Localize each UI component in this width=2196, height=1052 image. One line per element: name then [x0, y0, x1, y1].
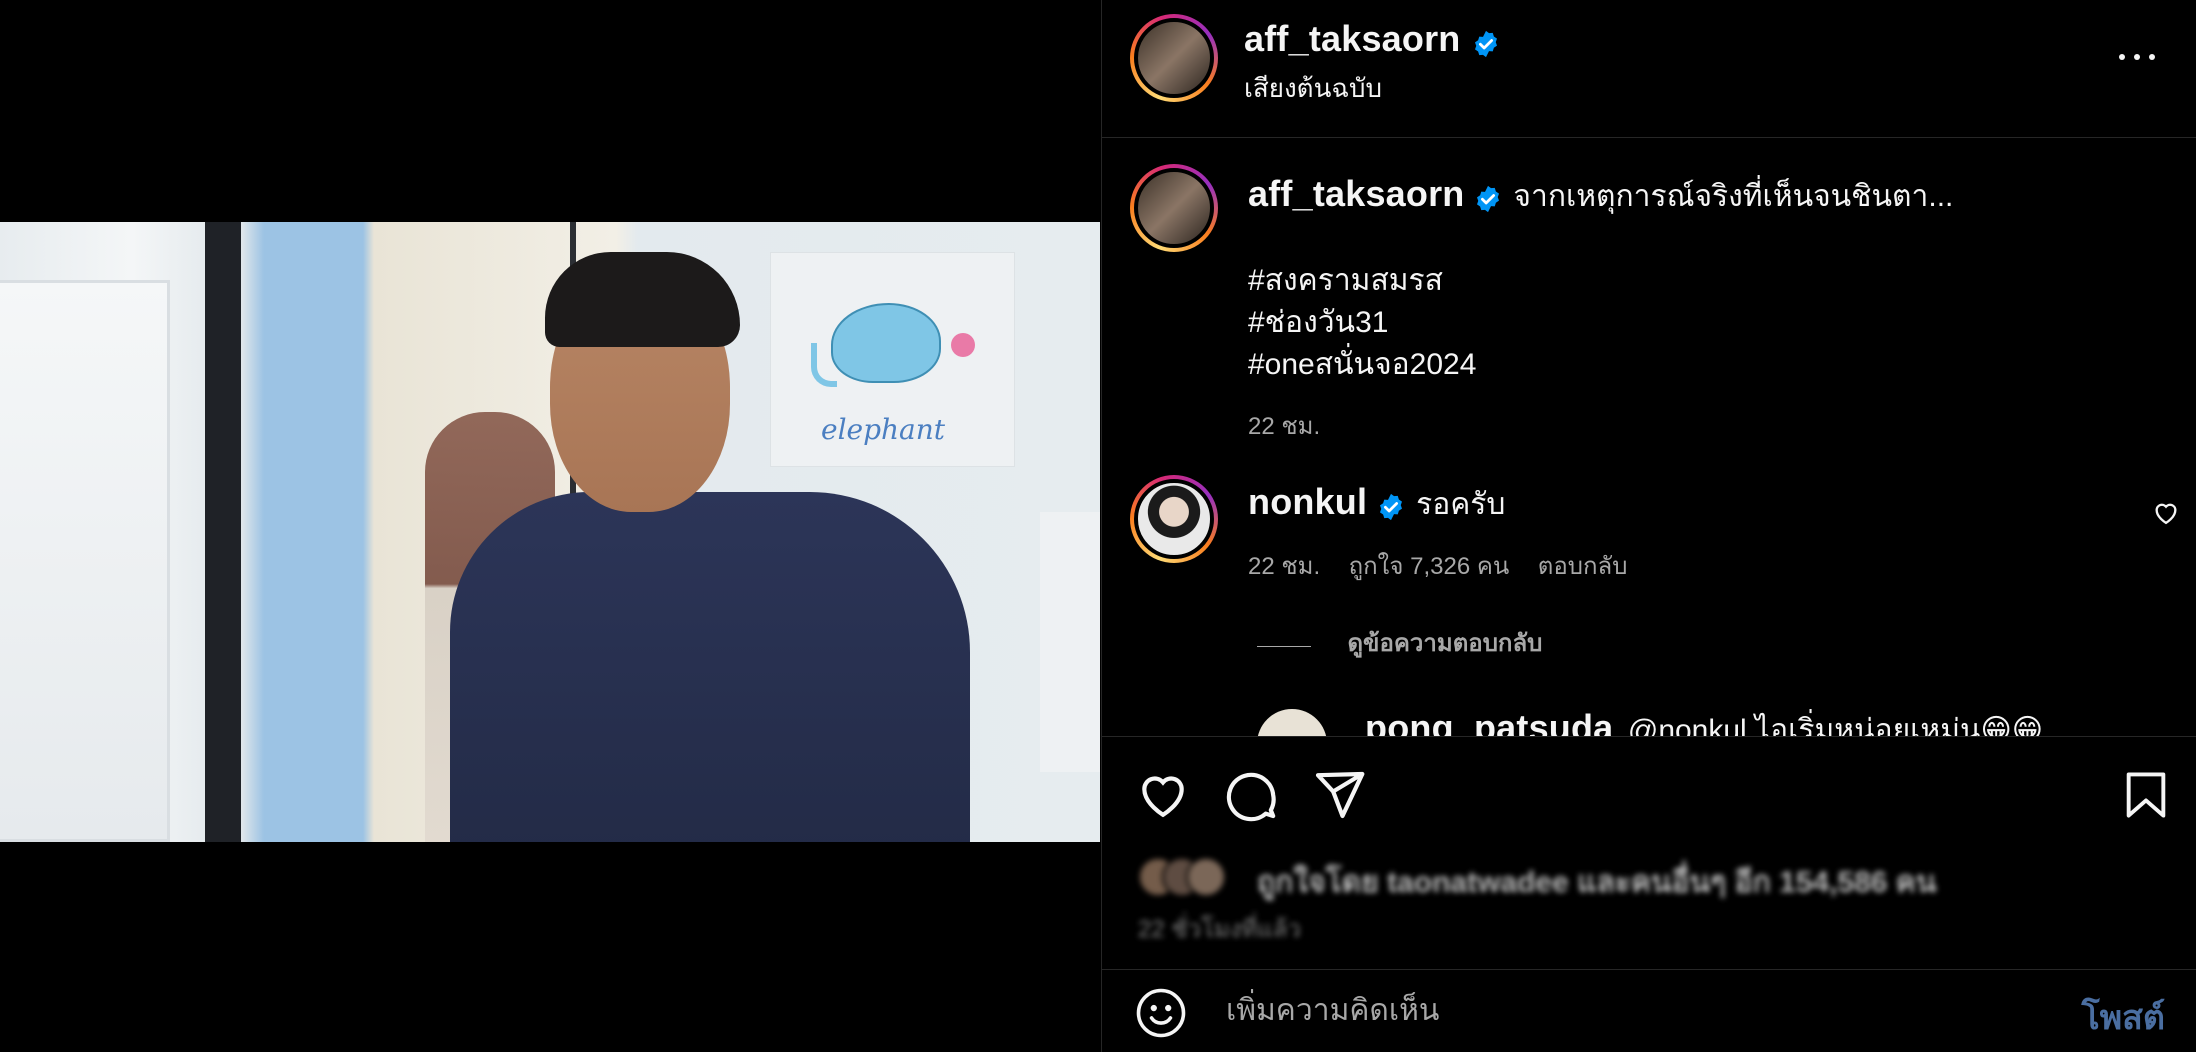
more-dot-icon [2119, 54, 2125, 60]
hashtag-link[interactable]: #oneสนั่นจอ2024 [1248, 344, 2168, 386]
caption-text: จากเหตุการณ์จริงที่เห็นจนชินตา... [1513, 180, 1954, 213]
heart-outline-icon [1142, 776, 1184, 818]
comment-like-count[interactable]: ถูกใจ 7,326 คน [1349, 553, 1510, 580]
view-replies-label: ดูข้อความตอบกลับ [1347, 630, 1543, 657]
more-dot-icon [2149, 54, 2155, 60]
comment-meta-row: 22 ชม. ถูกใจ 7,326 คน ตอบกลับ [1248, 546, 2108, 585]
caption-block: aff_taksaorn จากเหตุการณ์จริงที่เห็นจนชิ… [1248, 173, 2168, 445]
author-block: aff_taksaorn เสียงต้นฉบับ [1244, 18, 1501, 109]
liked-by-summary[interactable]: ถูกใจโดย taonatwadee และคนอื่นๆ อีก 154,… [1257, 859, 1936, 906]
more-dot-icon [2134, 54, 2140, 60]
comment-avatar[interactable] [1130, 475, 1218, 563]
video-scene-door-edge [205, 222, 241, 842]
comment-bubble-icon [1226, 772, 1276, 822]
caption-username[interactable]: aff_taksaorn [1248, 173, 1464, 214]
view-replies-button[interactable]: ดูข้อความตอบกลับ [1257, 623, 1542, 662]
verified-badge-icon [1476, 185, 1499, 212]
media-viewer: elephant [0, 0, 1100, 1052]
comment-like-button[interactable] [2152, 499, 2180, 530]
comment-input[interactable] [1226, 986, 1986, 1036]
share-button[interactable] [1311, 767, 1367, 826]
comment-item: nonkul รอครับ 22 ชม. ถูกใจ 7,326 คน ตอบก… [1248, 481, 2108, 585]
comment-composer: โพสต์ [1102, 969, 2196, 1052]
post-timestamp[interactable]: 22 ชั่วโมงที่แล้ว [1138, 909, 1301, 948]
reply-text: @nonkul ไอเริ่มหน่อยเหม่น😁😁 [1627, 714, 2044, 736]
liker-avatar [1186, 857, 1226, 897]
author-avatar[interactable] [1130, 14, 1218, 102]
comment-button[interactable] [1223, 767, 1279, 826]
audio-label[interactable]: เสียงต้นฉบับ [1244, 68, 1501, 109]
post-actions: ถูกใจโดย taonatwadee และคนอื่นๆ อีก 154,… [1102, 736, 2196, 969]
hashtag-link[interactable]: #สงครามสมรส [1248, 260, 2168, 302]
liked-by-avatars[interactable] [1138, 857, 1248, 899]
video-frame[interactable]: elephant [0, 222, 1100, 842]
paper-plane-icon [1315, 771, 1365, 819]
verified-badge-icon [1474, 30, 1497, 57]
comment-avatar-image [1134, 479, 1214, 559]
man-hair [545, 252, 740, 347]
author-username[interactable]: aff_taksaorn [1244, 18, 1460, 59]
bookmark-icon [2126, 772, 2166, 818]
like-button[interactable] [1135, 767, 1191, 826]
hashtag-link[interactable]: #ช่องวัน31 [1248, 302, 2168, 344]
video-scene-door [0, 280, 170, 842]
emoji-button[interactable] [1134, 986, 1188, 1043]
reply-avatar[interactable] [1257, 709, 1327, 736]
comment-username[interactable]: nonkul [1248, 481, 1367, 522]
heart-outline-icon [2155, 503, 2177, 525]
verified-badge-icon [1379, 493, 1402, 520]
comment-text: รอครับ [1416, 488, 1506, 521]
reply-item: pong_patsuda @nonkul ไอเริ่มหน่อยเหม่น😁😁 [1365, 707, 2043, 736]
caption-timestamp[interactable]: 22 ชม. [1248, 406, 2168, 445]
view-replies-line [1257, 646, 1311, 648]
smiley-face-icon [1136, 988, 1186, 1038]
video-scene-man [450, 252, 970, 842]
caption-author-avatar-image [1134, 168, 1214, 248]
man-shirt [450, 492, 970, 842]
reply-button[interactable]: ตอบกลับ [1538, 553, 1628, 580]
comment-timestamp[interactable]: 22 ชม. [1248, 553, 1320, 580]
reply-username[interactable]: pong_patsuda [1365, 707, 1613, 736]
author-avatar-image [1134, 18, 1214, 98]
post-side-panel: aff_taksaorn เสียงต้นฉบับ aff_taksaorn จ… [1101, 0, 2196, 1052]
more-options-button[interactable] [2109, 42, 2165, 72]
post-comment-button[interactable]: โพสต์ [2081, 990, 2165, 1044]
comments-scroll-area[interactable]: aff_taksaorn จากเหตุการณ์จริงที่เห็นจนชิ… [1102, 139, 2196, 736]
video-scene-second-drawing [1040, 512, 1100, 772]
hashtag-list: #สงครามสมรส #ช่องวัน31 #oneสนั่นจอ2024 [1248, 260, 2168, 386]
post-header: aff_taksaorn เสียงต้นฉบับ [1102, 0, 2196, 138]
save-button[interactable] [2120, 767, 2172, 826]
caption-author-avatar[interactable] [1130, 164, 1218, 252]
